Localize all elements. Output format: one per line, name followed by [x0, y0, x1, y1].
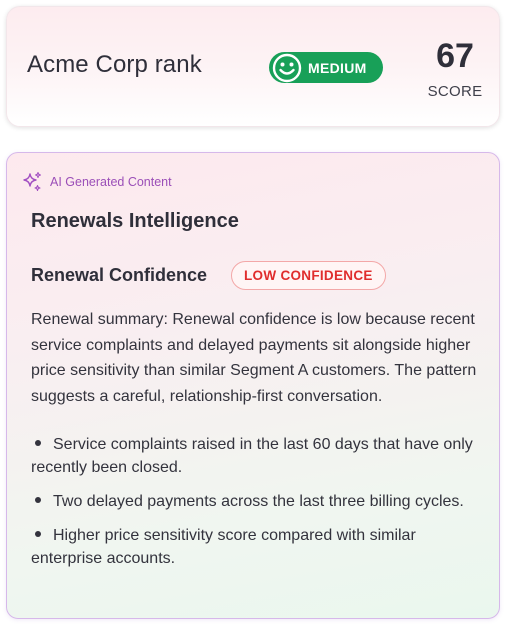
ai-content-card: AI Generated Content Renewals Intelligen…: [6, 152, 500, 619]
renewal-summary: Renewal summary: Renewal confidence is l…: [31, 311, 477, 405]
bullet-icon: [31, 490, 53, 513]
renewal-factors-list: Service complaints raised in the last 60…: [31, 433, 481, 581]
list-item-text: Two delayed payments across the last thr…: [53, 493, 464, 510]
ai-label-row: AI Generated Content: [21, 171, 172, 193]
bullet-icon: [31, 433, 53, 456]
list-item-text: Service complaints raised in the last 60…: [31, 436, 473, 476]
rank-status-label: MEDIUM: [308, 59, 367, 76]
rank-status-badge: MEDIUM: [269, 52, 383, 83]
ai-generated-label: AI Generated Content: [50, 175, 172, 189]
rank-card: Acme Corp rank MEDIUM 67 SCORE: [6, 6, 500, 127]
score-label: SCORE: [427, 83, 483, 100]
list-item: Service complaints raised in the last 60…: [31, 433, 481, 479]
renewal-confidence-title: Renewal Confidence: [31, 265, 208, 285]
score-value: 67: [436, 37, 474, 75]
list-item: Higher price sensitivity score compared …: [31, 524, 481, 570]
section-title: Renewals Intelligence: [31, 210, 239, 232]
confidence-badge: LOW CONFIDENCE: [231, 261, 386, 290]
smiley-face-icon: [271, 52, 302, 83]
rank-title: Acme Corp rank: [27, 51, 202, 78]
bullet-icon: [31, 524, 53, 547]
list-item: Two delayed payments across the last thr…: [31, 490, 481, 513]
list-item-text: Higher price sensitivity score compared …: [31, 527, 416, 567]
sparkle-icon: [21, 171, 43, 193]
